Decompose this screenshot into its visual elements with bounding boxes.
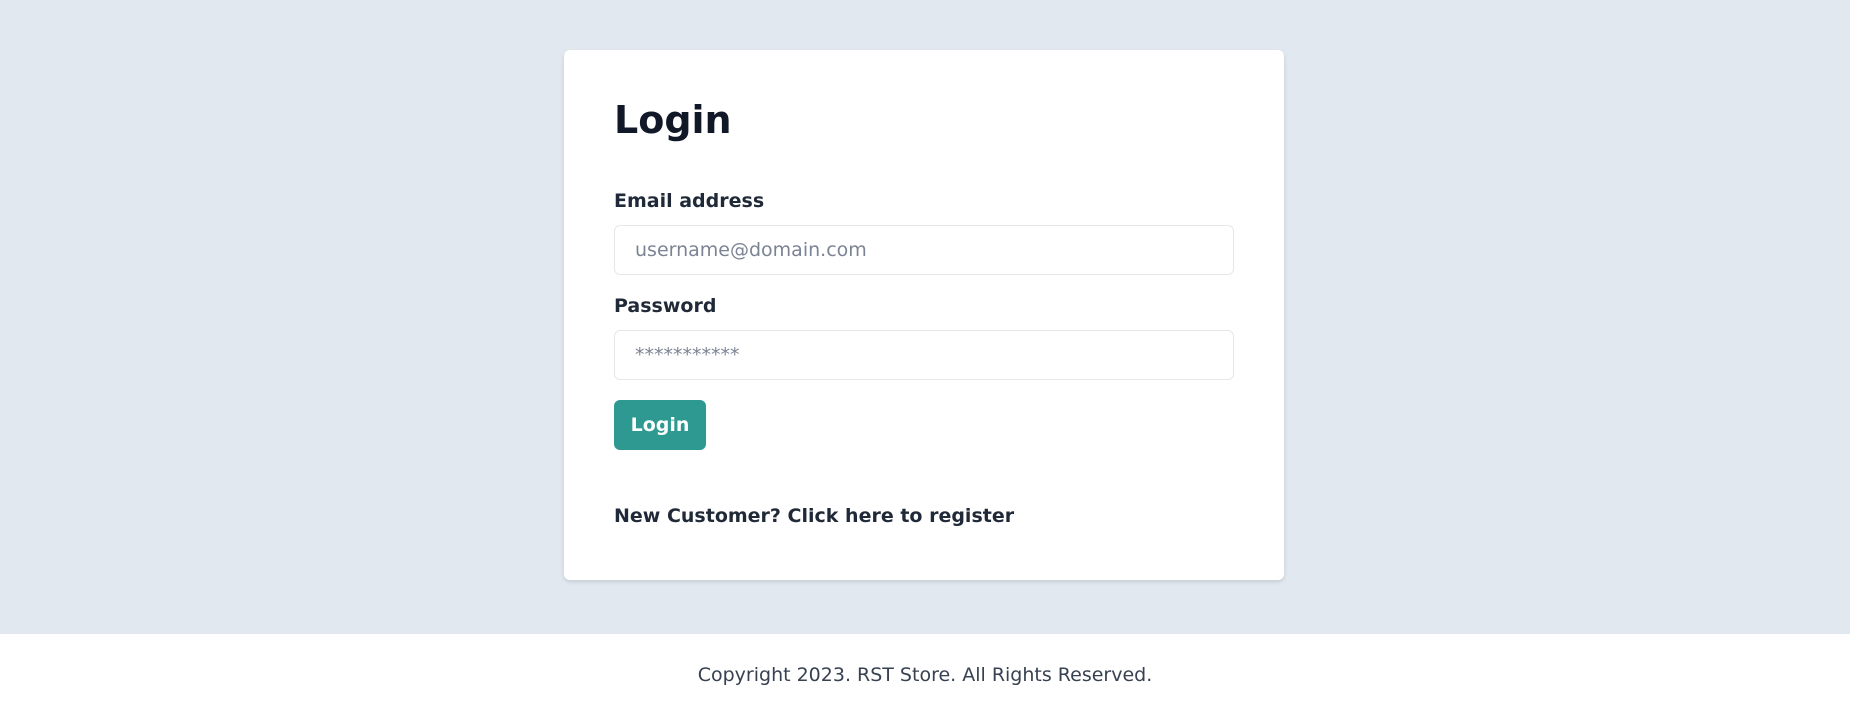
register-link[interactable]: New Customer? Click here to register bbox=[614, 505, 1014, 527]
main-area: Login Email address Password Login New C… bbox=[0, 0, 1850, 634]
password-field[interactable] bbox=[614, 330, 1234, 380]
email-label: Email address bbox=[614, 190, 765, 212]
email-field[interactable] bbox=[614, 225, 1234, 275]
page: Login Email address Password Login New C… bbox=[0, 0, 1850, 707]
login-button[interactable]: Login bbox=[614, 400, 706, 450]
footer: Copyright 2023. RST Store. All Rights Re… bbox=[0, 634, 1850, 707]
page-title: Login bbox=[614, 98, 732, 142]
password-label: Password bbox=[614, 295, 717, 317]
copyright-text: Copyright 2023. RST Store. All Rights Re… bbox=[697, 664, 1153, 686]
login-card: Login Email address Password Login New C… bbox=[564, 50, 1284, 580]
